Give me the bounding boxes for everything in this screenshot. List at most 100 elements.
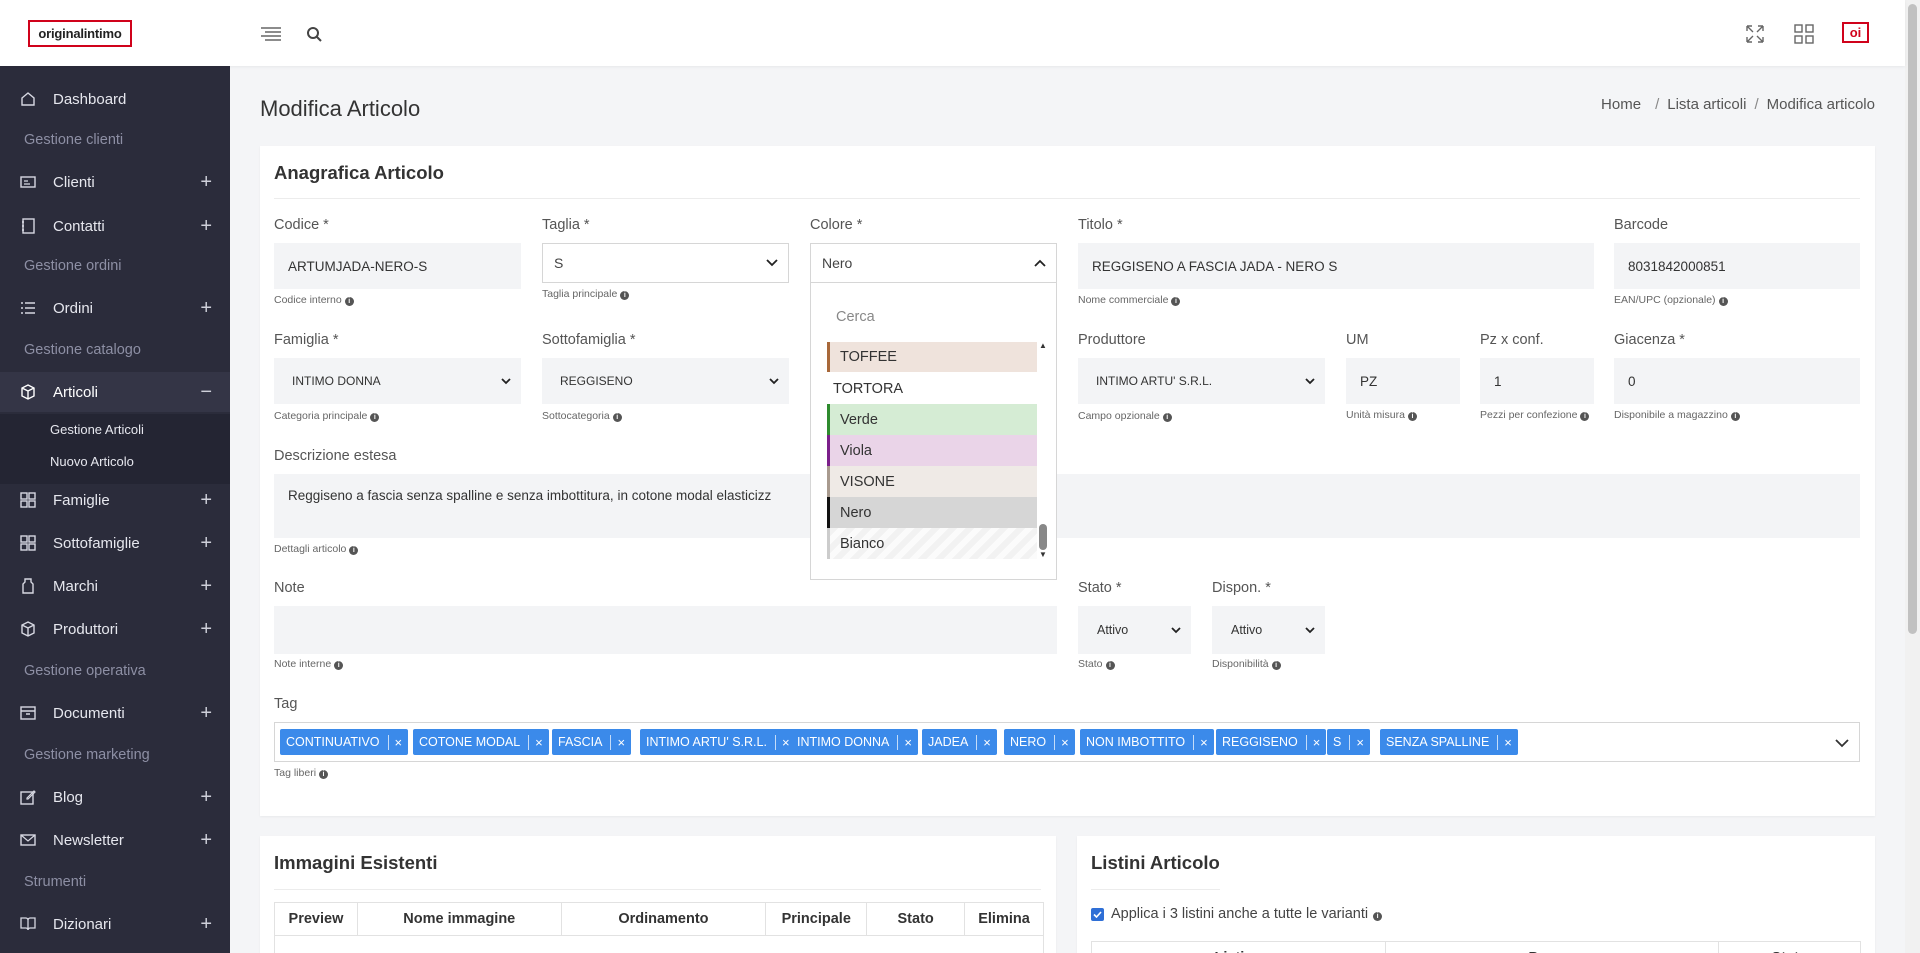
sidebar-subitem-gestione-articoli[interactable]: Gestione Articoli (50, 422, 144, 437)
codice-input[interactable]: ARTUMJADA-NERO-S (274, 243, 521, 289)
breadcrumb-lista-articoli[interactable]: Lista articoli (1667, 96, 1746, 113)
info-icon: i (1171, 297, 1181, 306)
dispon-select[interactable]: Attivo (1212, 606, 1325, 654)
sottofamiglia-help: Sottocategoria i (542, 410, 622, 422)
um-input[interactable]: PZ (1346, 358, 1460, 404)
remove-tag-icon[interactable]: × (387, 734, 409, 750)
stato-select[interactable]: Attivo (1078, 606, 1191, 654)
pz-input[interactable]: 1 (1480, 358, 1594, 404)
dropdown-option[interactable]: Bianco (827, 528, 1037, 559)
expand-icon[interactable]: + (200, 576, 212, 596)
giacenza-label: Giacenza * (1614, 332, 1685, 348)
titolo-input[interactable]: REGGISENO A FASCIA JADA - NERO S (1078, 243, 1594, 289)
sidebar-item-clienti[interactable]: Clienti + (0, 162, 230, 202)
sidebar-item-documenti[interactable]: Documenti + (0, 693, 230, 733)
expand-icon[interactable]: + (200, 830, 212, 850)
sidebar-item-newsletter[interactable]: Newsletter + (0, 820, 230, 860)
dropdown-option[interactable]: VISONE (827, 466, 1037, 497)
breadcrumb: Home / Lista articoli / Modifica articol… (1601, 96, 1875, 113)
divider (1091, 889, 1220, 890)
expand-icon[interactable]: + (200, 172, 212, 192)
expand-icon[interactable]: + (200, 216, 212, 236)
expand-icon[interactable]: + (200, 533, 212, 553)
um-help: Unità misura i (1346, 409, 1417, 421)
chevron-down-icon[interactable] (1835, 735, 1849, 753)
sottofamiglia-select[interactable]: REGGISENO (542, 358, 789, 404)
edit-icon (20, 789, 36, 805)
sidebar-item-famiglie[interactable]: Famiglie + (0, 480, 230, 520)
remove-tag-icon[interactable]: × (1193, 734, 1214, 750)
dropdown-option[interactable]: Viola (827, 435, 1037, 466)
remove-tag-icon[interactable]: × (897, 734, 918, 750)
famiglia-select[interactable]: INTIMO DONNA (274, 358, 521, 404)
sidebar-section-catalogo: Gestione catalogo (24, 342, 141, 358)
breadcrumb-home[interactable]: Home (1601, 96, 1641, 113)
dropdown-option[interactable]: TOFFEE (827, 342, 1037, 372)
barcode-input[interactable]: 8031842000851 (1614, 243, 1860, 289)
dropdown-option[interactable]: TORTORA (827, 373, 1037, 404)
scroll-down-icon[interactable]: ▼ (1039, 550, 1047, 559)
descrizione-textarea[interactable]: Reggiseno a fascia senza spalline e senz… (274, 474, 1860, 538)
search-icon[interactable] (302, 22, 326, 46)
taglia-select[interactable]: S (542, 243, 789, 283)
card-title: Listini Articolo (1091, 852, 1220, 873)
envelope-icon (20, 832, 36, 848)
info-icon: i (319, 770, 329, 779)
immagini-table: Preview Nome immagine Ordinamento Princi… (274, 902, 1044, 953)
dispon-help: Disponibilità i (1212, 658, 1281, 670)
dropdown-scrollbar[interactable]: ▲ ▼ (1038, 341, 1048, 559)
menu-icon[interactable] (259, 22, 283, 46)
remove-tag-icon[interactable]: × (976, 734, 997, 750)
brand-logo[interactable]: originalintimo (28, 20, 132, 47)
apps-grid-icon[interactable] (1792, 22, 1816, 46)
remove-tag-icon[interactable]: × (1349, 734, 1370, 750)
expand-icon[interactable]: + (200, 619, 212, 639)
remove-tag-icon[interactable]: × (610, 734, 631, 750)
sidebar-item-marchi[interactable]: Marchi + (0, 566, 230, 606)
sidebar-item-produttori[interactable]: Produttori + (0, 609, 230, 649)
remove-tag-icon[interactable]: × (1305, 734, 1327, 750)
scroll-up-icon[interactable]: ▲ (1039, 341, 1047, 350)
remove-tag-icon[interactable]: × (1054, 734, 1075, 750)
scrollbar-thumb[interactable] (1908, 4, 1917, 634)
codice-help: Codice interno i (274, 294, 354, 306)
info-icon: i (344, 297, 354, 306)
expand-icon[interactable]: + (200, 298, 212, 318)
dropdown-option[interactable]: Verde (827, 404, 1037, 435)
divider (274, 889, 1041, 890)
expand-icon[interactable]: + (200, 490, 212, 510)
sidebar-item-sottofamiglie[interactable]: Sottofamiglie + (0, 523, 230, 563)
expand-icon[interactable]: + (200, 914, 212, 934)
colore-select[interactable]: Nero (810, 243, 1057, 283)
list-icon (20, 300, 36, 316)
sidebar-item-label: Produttori (53, 620, 119, 638)
collapse-icon[interactable]: − (200, 382, 212, 402)
apply-all-checkbox[interactable] (1091, 908, 1104, 921)
expand-icon[interactable]: + (200, 787, 212, 807)
tag-chip: S × (1327, 729, 1370, 755)
info-icon: i (1730, 412, 1740, 421)
sidebar-item-articoli[interactable]: Articoli − (0, 372, 230, 412)
dropdown-search-input[interactable]: Cerca (836, 309, 875, 325)
expand-icon[interactable]: + (200, 703, 212, 723)
fullscreen-icon[interactable] (1743, 22, 1767, 46)
sidebar-item-dizionari[interactable]: Dizionari + (0, 904, 230, 944)
sidebar-item-blog[interactable]: Blog + (0, 777, 230, 817)
dropdown-option-selected[interactable]: Nero (827, 497, 1037, 528)
sidebar-item-dashboard[interactable]: Dashboard (0, 79, 230, 119)
scrollbar-thumb[interactable] (1039, 524, 1047, 550)
remove-tag-icon[interactable]: × (1497, 734, 1518, 750)
giacenza-input[interactable]: 0 (1614, 358, 1860, 404)
note-textarea[interactable] (274, 606, 1057, 654)
user-avatar-badge[interactable]: oi (1842, 22, 1869, 43)
produttore-select[interactable]: INTIMO ARTU' S.R.L. (1078, 358, 1325, 404)
sidebar-subitem-nuovo-articolo[interactable]: Nuovo Articolo (50, 454, 134, 469)
remove-tag-icon[interactable]: × (528, 734, 549, 750)
listini-table: Listino Prezzo Stato (1091, 941, 1861, 953)
info-icon: i (370, 413, 380, 422)
colore-dropdown: Cerca TOFFEE TORTORA Verde Viola VISONE … (810, 281, 1057, 580)
info-icon: i (1162, 413, 1172, 422)
sidebar-item-contatti[interactable]: Contatti + (0, 206, 230, 246)
sidebar-item-ordini[interactable]: Ordini + (0, 288, 230, 328)
column-header: Ordinamento (560, 902, 767, 936)
